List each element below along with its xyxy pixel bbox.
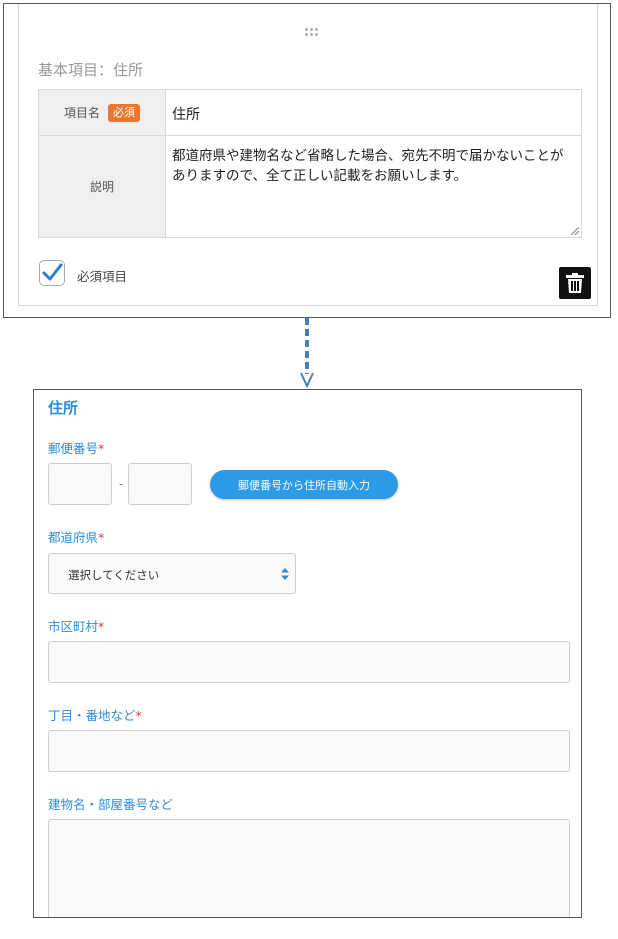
street-label: 丁目・番地など* bbox=[48, 708, 142, 723]
street-input[interactable] bbox=[48, 730, 570, 772]
required-checkbox[interactable] bbox=[39, 260, 65, 286]
prefecture-select[interactable]: 選択してください bbox=[48, 553, 296, 594]
connector-line bbox=[305, 318, 309, 374]
city-input[interactable] bbox=[48, 641, 570, 683]
form-preview-panel: 住所 郵便番号* - 郵便番号から住所自動入力 都道府県* 選択してください 市… bbox=[33, 389, 582, 918]
field-name-header: 項目名 必須 bbox=[39, 90, 166, 136]
postal-code-label: 郵便番号* bbox=[48, 441, 105, 456]
postal-code-separator: - bbox=[119, 477, 124, 491]
description-label: 説明 bbox=[89, 180, 114, 194]
delete-field-button[interactable] bbox=[559, 267, 591, 299]
required-mark: * bbox=[98, 441, 105, 456]
required-checkbox-label: 必須項目 bbox=[77, 269, 128, 284]
description-header: 説明 bbox=[39, 136, 166, 237]
description-text: 都道府県や建物名など省略した場合、宛先不明で届かないことがありますので、全て正し… bbox=[172, 148, 564, 184]
field-editor-card: 基本項目：住所 項目名 必須 住所 説明 都道府県や建物名など省略した場合、宛先… bbox=[18, 4, 598, 306]
required-mark: * bbox=[135, 708, 142, 723]
drag-handle-icon[interactable] bbox=[305, 28, 319, 38]
field-settings-table: 項目名 必須 住所 説明 都道府県や建物名など省略した場合、宛先不明で届かないこ… bbox=[38, 89, 582, 238]
required-mark: * bbox=[98, 619, 105, 634]
description-textarea[interactable]: 都道府県や建物名など省略した場合、宛先不明で届かないことがありますので、全て正し… bbox=[166, 136, 581, 237]
field-name-label: 項目名 bbox=[63, 106, 100, 120]
city-label: 市区町村* bbox=[48, 619, 105, 634]
trash-icon bbox=[566, 273, 584, 293]
section-title: 基本項目：住所 bbox=[38, 61, 144, 79]
building-label: 建物名・部屋番号など bbox=[48, 797, 174, 812]
prefecture-label: 都道府県* bbox=[48, 530, 105, 545]
postal-autofill-button[interactable]: 郵便番号から住所自動入力 bbox=[210, 470, 398, 499]
field-editor-panel: 基本項目：住所 項目名 必須 住所 説明 都道府県や建物名など省略した場合、宛先… bbox=[3, 3, 611, 318]
prefecture-selected-value: 選択してください bbox=[68, 568, 160, 582]
postal-code-first-input[interactable] bbox=[48, 463, 112, 505]
checkmark-icon bbox=[42, 263, 63, 281]
preview-title: 住所 bbox=[48, 399, 79, 417]
postal-code-second-input[interactable] bbox=[128, 463, 192, 505]
building-input[interactable] bbox=[48, 819, 570, 917]
required-badge: 必須 bbox=[108, 103, 140, 122]
arrow-down-icon bbox=[300, 372, 314, 388]
field-name-input[interactable]: 住所 bbox=[166, 90, 581, 136]
required-mark: * bbox=[98, 530, 105, 545]
select-arrows-icon bbox=[281, 568, 289, 580]
resize-grip-icon[interactable] bbox=[571, 227, 579, 235]
